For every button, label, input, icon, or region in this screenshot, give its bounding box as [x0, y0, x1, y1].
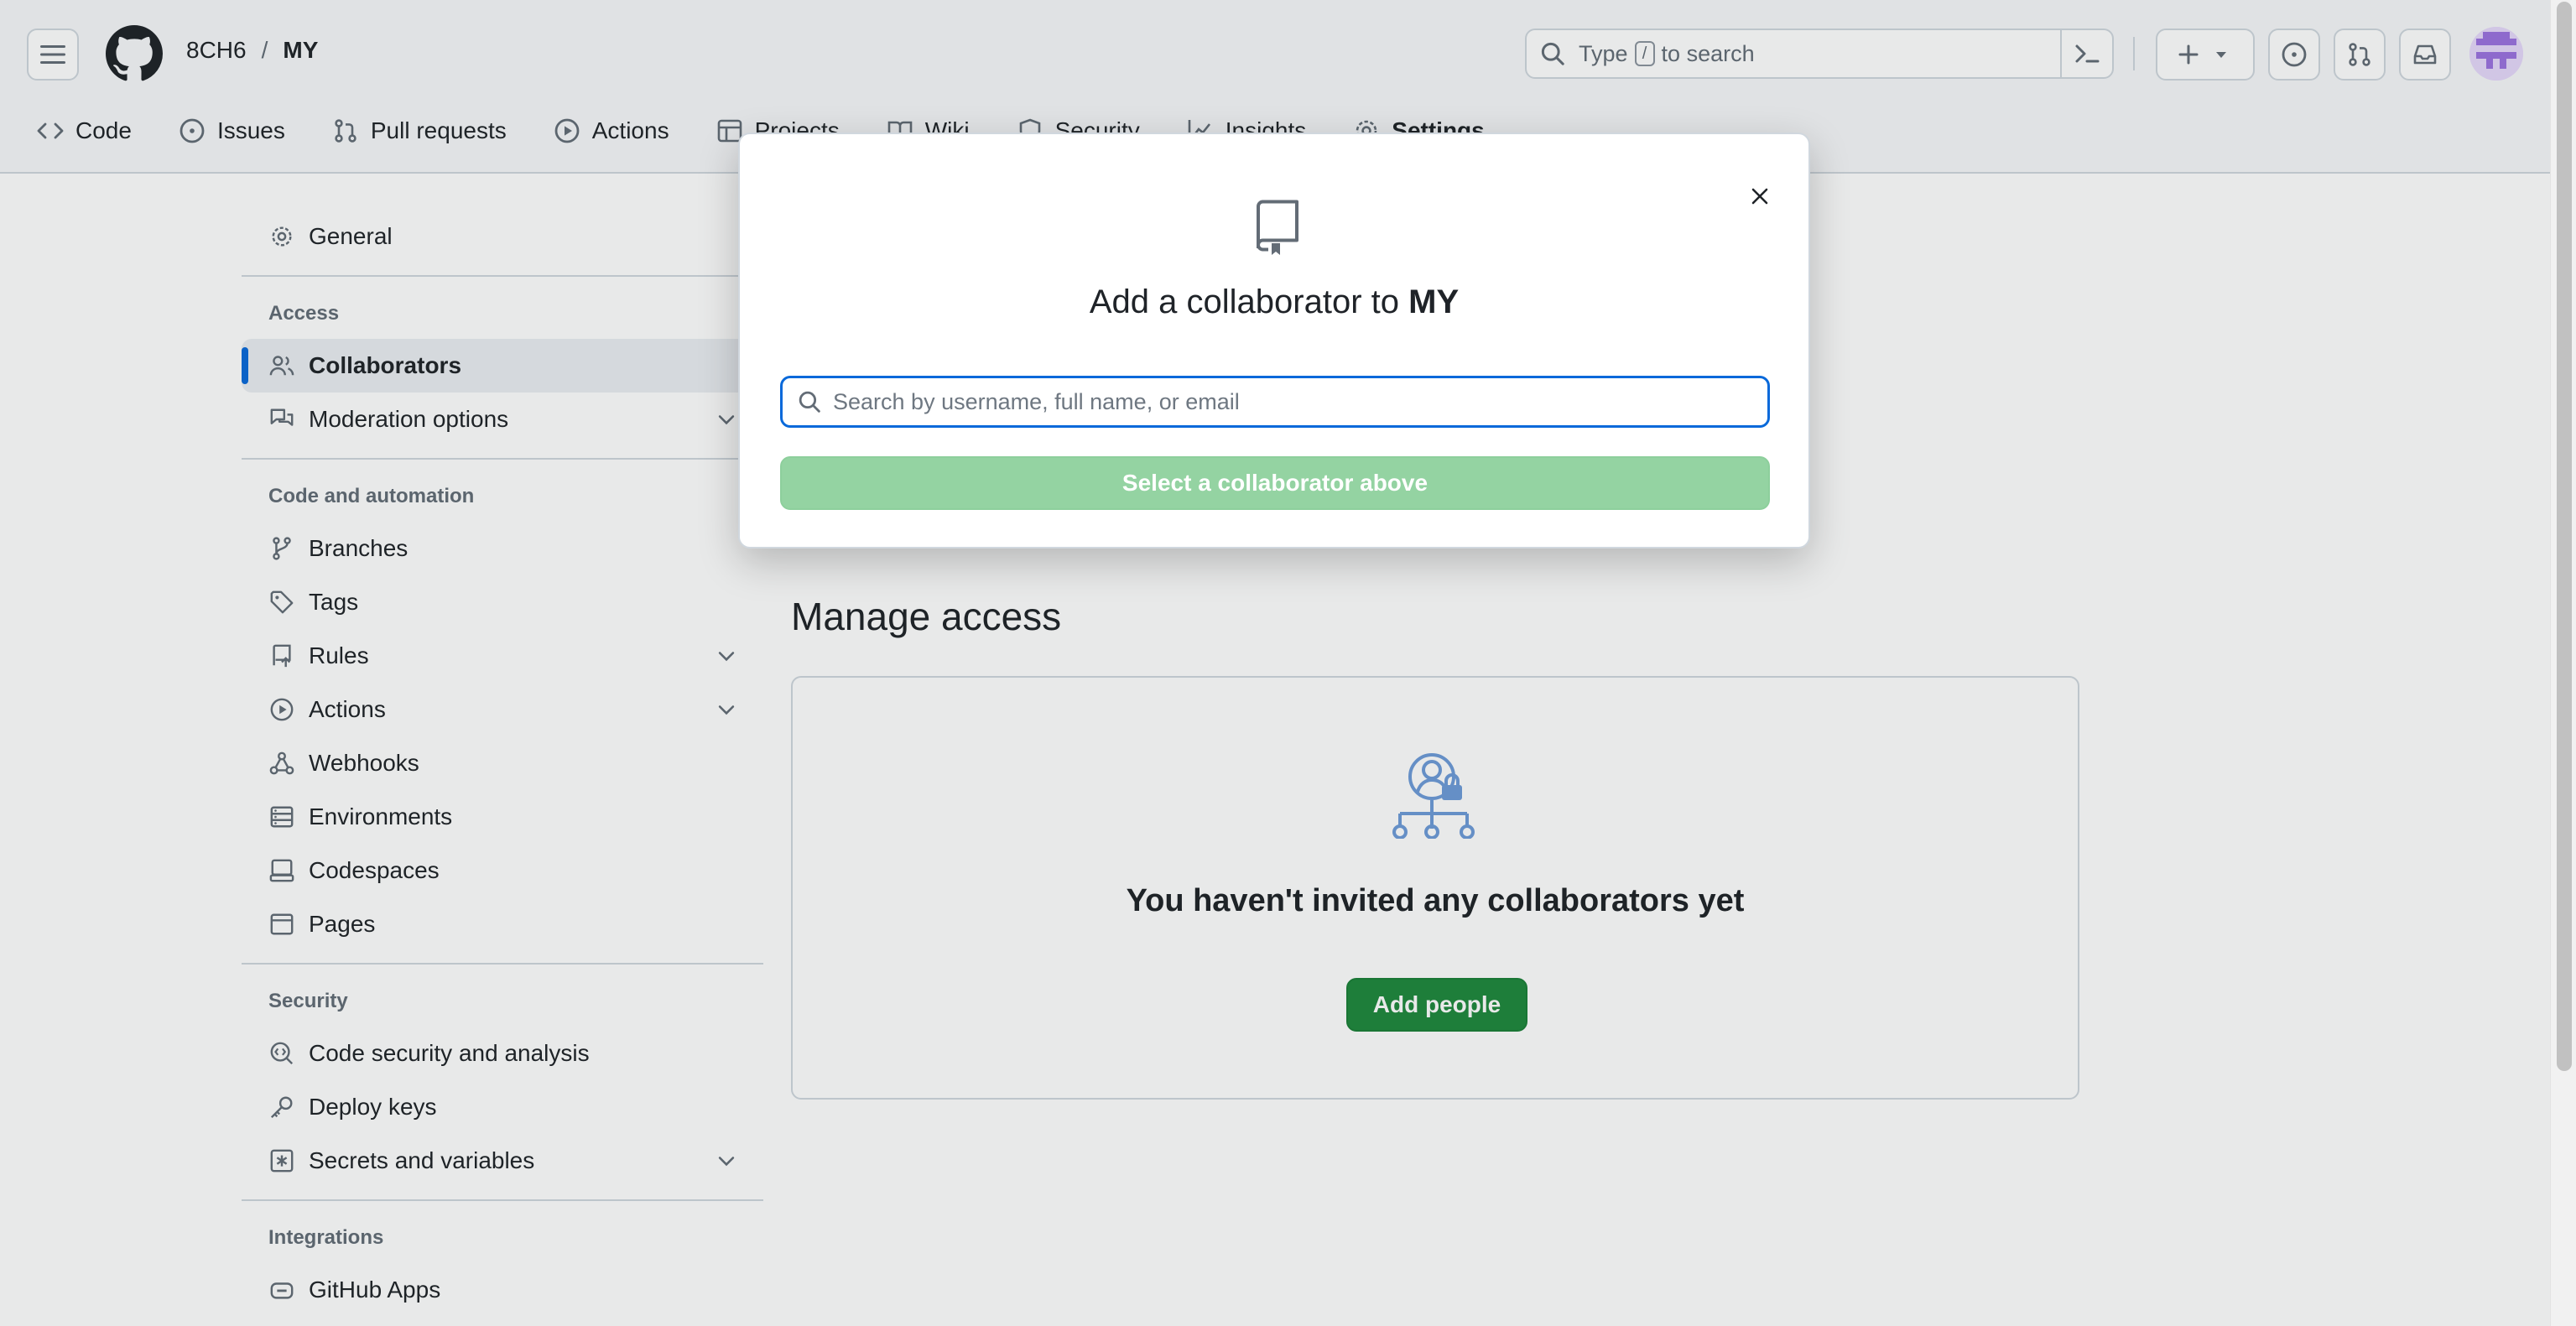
dialog-title-repo: MY — [1408, 283, 1460, 320]
page-scrollbar[interactable] — [2550, 0, 2576, 1326]
search-icon — [799, 391, 820, 413]
collaborator-search-input[interactable] — [833, 388, 1756, 415]
close-icon — [1751, 188, 1768, 205]
scrollbar-thumb[interactable] — [2557, 2, 2572, 1071]
select-collaborator-button[interactable]: Select a collaborator above — [780, 456, 1770, 510]
dialog-title: Add a collaborator to MY — [740, 283, 1808, 321]
dialog-title-prefix: Add a collaborator to — [1089, 283, 1399, 320]
close-button[interactable] — [1743, 179, 1777, 213]
repo-icon — [1257, 200, 1298, 255]
collaborator-search-field[interactable] — [780, 376, 1770, 428]
add-collaborator-dialog: Add a collaborator to MY Select a collab… — [738, 133, 1810, 549]
